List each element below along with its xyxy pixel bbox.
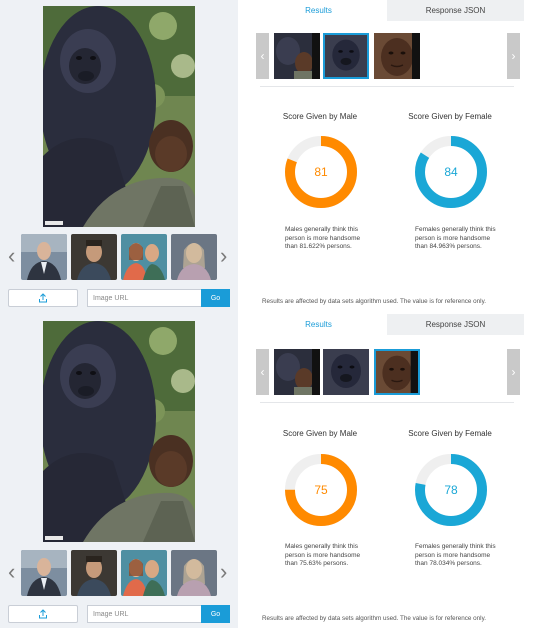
results-column: Results Response JSON ‹ › Score Given by… (250, 0, 524, 314)
male-score-title: Score Given by Male (282, 429, 358, 438)
male-score-donut: 81 (283, 134, 359, 210)
photo-watermark (45, 221, 63, 225)
results-column: Results Response JSON ‹ › Score Given by… (250, 314, 524, 628)
face-thumb-man[interactable] (374, 349, 420, 395)
thumbnail-couple[interactable] (121, 234, 167, 280)
thumbnails-next-icon[interactable]: › (220, 560, 227, 584)
thumbnails-prev-icon[interactable]: ‹ (8, 560, 15, 584)
female-score-value: 84 (444, 165, 458, 179)
male-score-description: Males generally think this person is mor… (285, 543, 361, 568)
thumbnail-woman[interactable] (171, 550, 217, 596)
tab-response-json[interactable]: Response JSON (387, 314, 524, 335)
male-score-title: Score Given by Male (282, 112, 358, 121)
image-url-input[interactable] (87, 289, 201, 307)
selected-photo (43, 321, 195, 542)
face-thumb-man[interactable] (374, 33, 420, 79)
female-score-donut: 84 (413, 134, 489, 210)
faces-next-icon[interactable]: › (507, 349, 520, 395)
upload-button[interactable] (8, 605, 78, 623)
female-score-description: Females generally think this person is m… (415, 543, 496, 568)
faces-next-icon[interactable]: › (507, 33, 520, 79)
faces-prev-icon[interactable]: ‹ (256, 349, 269, 395)
detected-faces-carousel: ‹ › (256, 349, 520, 397)
face-score-panel-2: ‹ › Go Results Response JSON ‹ › (0, 314, 542, 628)
female-score-title: Score Given by Female (408, 112, 492, 121)
female-score-value: 78 (444, 483, 458, 497)
result-tabs: Results Response JSON (250, 0, 524, 21)
female-score-description: Females generally think this person is m… (415, 226, 496, 251)
tab-response-json[interactable]: Response JSON (387, 0, 524, 21)
thumbnail-dark-man[interactable] (71, 550, 117, 596)
image-input-column: ‹ › Go (0, 314, 238, 628)
detected-faces-carousel: ‹ › (256, 33, 520, 81)
url-bar: Go (8, 289, 230, 307)
upload-icon (38, 293, 48, 303)
thumbnail-couple[interactable] (121, 550, 167, 596)
sample-thumbnails: ‹ › (8, 234, 230, 282)
tab-results[interactable]: Results (250, 0, 387, 21)
upload-button[interactable] (8, 289, 78, 307)
male-score-value: 75 (314, 483, 328, 497)
face-thumb-gorilla[interactable] (323, 33, 369, 79)
selected-photo (43, 6, 195, 227)
photo-watermark (45, 536, 63, 540)
faces-prev-icon[interactable]: ‹ (256, 33, 269, 79)
result-tabs: Results Response JSON (250, 314, 524, 335)
face-thumb-both[interactable] (274, 349, 320, 395)
sample-thumbnails: ‹ › (8, 550, 230, 598)
female-score-title: Score Given by Female (408, 429, 492, 438)
thumbnails-prev-icon[interactable]: ‹ (8, 244, 15, 268)
face-thumb-gorilla[interactable] (323, 349, 369, 395)
face-score-panel-1: ‹ › Go Results Response JSON ‹ › (0, 0, 542, 314)
face-thumb-both[interactable] (274, 33, 320, 79)
male-score-description: Males generally think this person is mor… (285, 226, 361, 251)
upload-icon (38, 609, 48, 619)
go-button[interactable]: Go (201, 289, 230, 307)
divider (260, 402, 514, 403)
disclaimer-text: Results are affected by data sets algori… (262, 298, 487, 305)
divider (260, 86, 514, 87)
thumbnail-woman[interactable] (171, 234, 217, 280)
thumbnails-next-icon[interactable]: › (220, 244, 227, 268)
female-score-donut: 78 (413, 452, 489, 528)
thumbnail-dark-man[interactable] (71, 234, 117, 280)
male-score-value: 81 (314, 165, 328, 179)
disclaimer-text: Results are affected by data sets algori… (262, 615, 487, 622)
thumbnail-suit-man[interactable] (21, 234, 67, 280)
go-button[interactable]: Go (201, 605, 230, 623)
image-url-input[interactable] (87, 605, 201, 623)
image-input-column: ‹ › Go (0, 0, 238, 314)
url-bar: Go (8, 605, 230, 623)
thumbnail-suit-man[interactable] (21, 550, 67, 596)
male-score-donut: 75 (283, 452, 359, 528)
tab-results[interactable]: Results (250, 314, 387, 335)
